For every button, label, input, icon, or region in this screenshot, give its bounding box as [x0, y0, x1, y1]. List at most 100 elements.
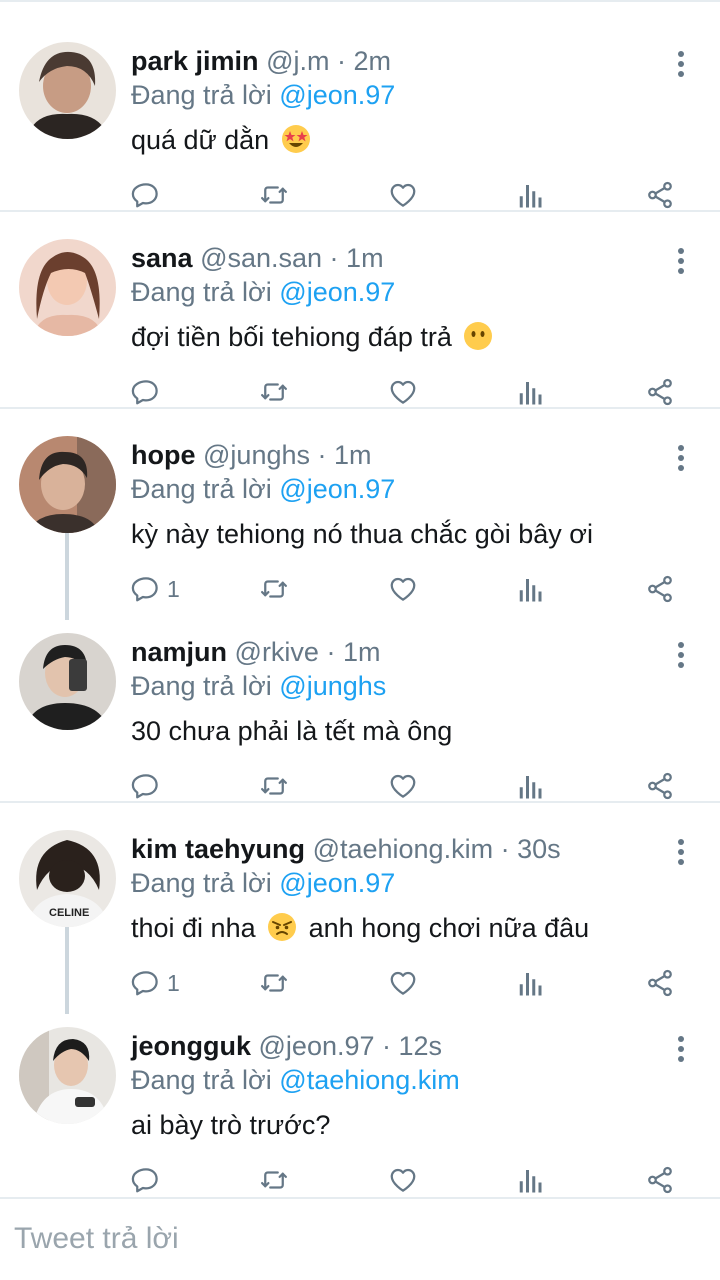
- display-name[interactable]: namjun: [131, 637, 227, 667]
- like-button[interactable]: [388, 963, 418, 1003]
- heart-icon: [390, 971, 416, 995]
- handle[interactable]: @san.san: [200, 243, 322, 273]
- retweet-button[interactable]: [258, 569, 290, 609]
- more-vertical-icon[interactable]: [672, 49, 690, 79]
- tweet-text: quá dữ dằn: [131, 122, 315, 158]
- share-icon: [648, 772, 672, 800]
- handle[interactable]: @taehiong.kim: [313, 834, 494, 864]
- handle[interactable]: @j.m: [266, 46, 329, 76]
- reply-tweet[interactable]: jeongguk @jeon.97 · 12s Đang trả lời @ta…: [0, 1000, 720, 1197]
- reply-tweet[interactable]: CELINE kim taehyung @taehiong.kim · 30s …: [0, 803, 720, 1014]
- display-name[interactable]: kim taehyung: [131, 834, 305, 864]
- analytics-button[interactable]: [518, 569, 544, 609]
- reply-tweet[interactable]: sana @san.san · 1m Đang trả lời @jeon.97…: [0, 212, 720, 409]
- share-button[interactable]: [645, 766, 675, 806]
- reply-button[interactable]: 1: [131, 569, 180, 609]
- reply-input[interactable]: [14, 1217, 704, 1261]
- analytics-icon: [519, 776, 542, 799]
- share-button[interactable]: [645, 372, 675, 412]
- analytics-button[interactable]: [518, 175, 544, 215]
- more-vertical-icon[interactable]: [672, 443, 690, 473]
- share-button[interactable]: [645, 963, 675, 1003]
- avatar[interactable]: [19, 633, 116, 730]
- reply-tweet[interactable]: namjun @rkive · 1m Đang trả lời @junghs …: [0, 606, 720, 803]
- mention-link[interactable]: @taehiong.kim: [279, 1065, 460, 1095]
- avatar[interactable]: [19, 436, 116, 533]
- retweet-icon: [261, 1171, 287, 1189]
- more-vertical-icon[interactable]: [672, 246, 690, 276]
- action-bar: [131, 175, 691, 215]
- display-name[interactable]: jeongguk: [131, 1031, 251, 1061]
- share-button[interactable]: [645, 569, 675, 609]
- like-button[interactable]: [388, 766, 418, 806]
- heart-icon: [390, 577, 416, 601]
- avatar[interactable]: CELINE: [19, 830, 116, 927]
- retweet-button[interactable]: [258, 175, 290, 215]
- analytics-icon: [519, 1170, 542, 1193]
- dot-separator: ·: [374, 1031, 399, 1061]
- avatar[interactable]: [19, 1027, 116, 1124]
- display-name[interactable]: sana: [131, 243, 193, 273]
- like-button[interactable]: [388, 175, 418, 215]
- timestamp[interactable]: 30s: [517, 834, 561, 864]
- like-button[interactable]: [388, 569, 418, 609]
- svg-text:CELINE: CELINE: [49, 907, 89, 919]
- mention-link[interactable]: @junghs: [279, 671, 386, 701]
- tweet-text-part: ai bày trò trước?: [131, 1110, 331, 1140]
- tweet-text: 30 chưa phải là tết mà ông: [131, 713, 452, 749]
- retweet-button[interactable]: [258, 372, 290, 412]
- analytics-button[interactable]: [518, 372, 544, 412]
- mention-link[interactable]: @jeon.97: [279, 277, 395, 307]
- reply-button[interactable]: [131, 766, 167, 806]
- tweet-header: kim taehyung @taehiong.kim · 30s: [131, 831, 561, 867]
- retweet-button[interactable]: [258, 963, 290, 1003]
- handle[interactable]: @jeon.97: [259, 1031, 375, 1061]
- reply-button[interactable]: [131, 175, 167, 215]
- handle[interactable]: @rkive: [235, 637, 319, 667]
- more-vertical-icon[interactable]: [672, 837, 690, 867]
- reply-button[interactable]: [131, 1160, 167, 1200]
- handle[interactable]: @junghs: [203, 440, 310, 470]
- timestamp[interactable]: 1m: [334, 440, 372, 470]
- timestamp[interactable]: 2m: [353, 46, 391, 76]
- more-vertical-icon[interactable]: [672, 1034, 690, 1064]
- replying-prefix: Đang trả lời: [131, 80, 272, 110]
- share-button[interactable]: [645, 175, 675, 215]
- dot-separator: ·: [322, 243, 347, 273]
- timestamp[interactable]: 1m: [346, 243, 384, 273]
- replying-to: Đang trả lời @jeon.97: [131, 471, 395, 507]
- display-name[interactable]: hope: [131, 440, 196, 470]
- display-name[interactable]: park jimin: [131, 46, 259, 76]
- tweet-text-part: quá dữ dằn: [131, 125, 270, 155]
- mention-link[interactable]: @jeon.97: [279, 80, 395, 110]
- tweet-header: sana @san.san · 1m: [131, 240, 384, 276]
- share-button[interactable]: [645, 1160, 675, 1200]
- like-button[interactable]: [388, 1160, 418, 1200]
- reply-tweet[interactable]: hope @junghs · 1m Đang trả lời @jeon.97 …: [0, 409, 720, 620]
- more-vertical-icon[interactable]: [672, 640, 690, 670]
- tweet-text: ai bày trò trước?: [131, 1107, 330, 1143]
- analytics-icon: [519, 382, 542, 405]
- retweet-button[interactable]: [258, 1160, 290, 1200]
- mention-link[interactable]: @jeon.97: [279, 868, 395, 898]
- avatar[interactable]: [19, 239, 116, 336]
- timestamp[interactable]: 12s: [399, 1031, 443, 1061]
- reply-button[interactable]: [131, 372, 167, 412]
- timestamp[interactable]: 1m: [343, 637, 381, 667]
- reply-button[interactable]: 1: [131, 963, 180, 1003]
- tweet-header: hope @junghs · 1m: [131, 437, 372, 473]
- analytics-button[interactable]: [518, 963, 544, 1003]
- analytics-button[interactable]: [518, 1160, 544, 1200]
- mention-link[interactable]: @jeon.97: [279, 474, 395, 504]
- heart-icon: [390, 1168, 416, 1192]
- replying-to: Đang trả lời @junghs: [131, 668, 386, 704]
- heart-icon: [390, 183, 416, 207]
- avatar[interactable]: [19, 42, 116, 139]
- replying-prefix: Đang trả lời: [131, 474, 272, 504]
- reply-tweet[interactable]: park jimin @j.m · 2m Đang trả lời @jeon.…: [0, 15, 720, 212]
- retweet-button[interactable]: [258, 766, 290, 806]
- action-bar: [131, 766, 691, 806]
- analytics-button[interactable]: [518, 766, 544, 806]
- replying-prefix: Đang trả lời: [131, 868, 272, 898]
- like-button[interactable]: [388, 372, 418, 412]
